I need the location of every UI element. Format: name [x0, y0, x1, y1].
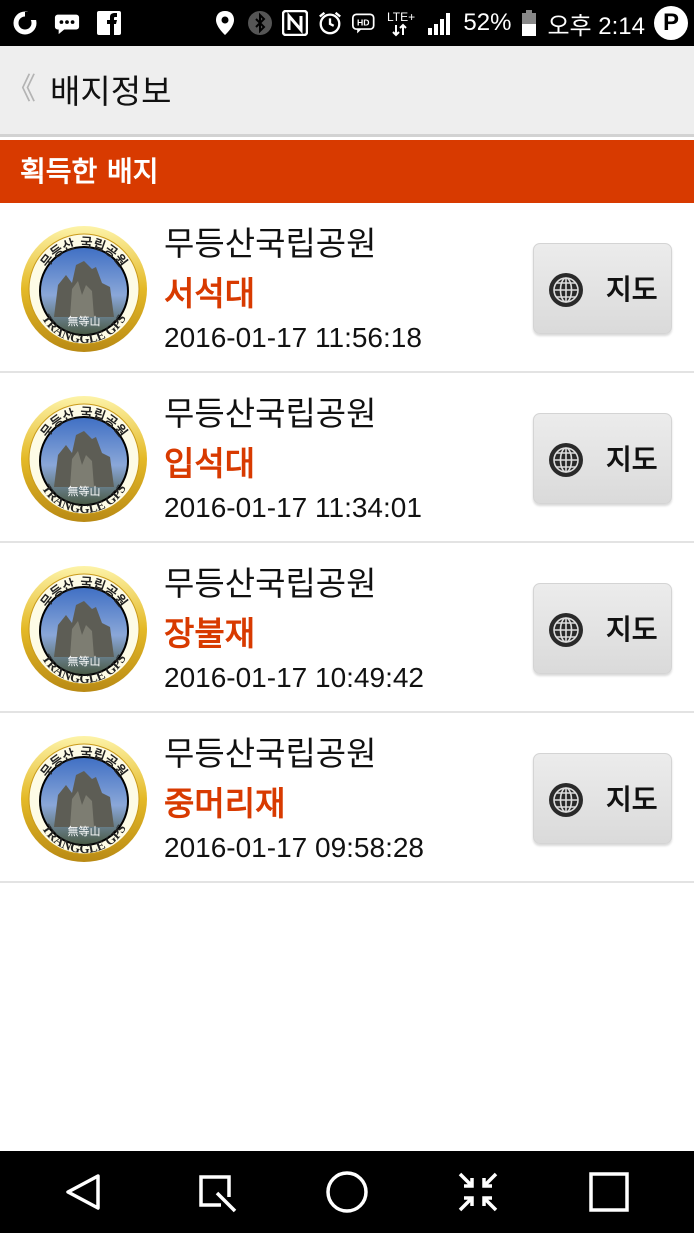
svg-text:無等山: 無等山 [68, 654, 101, 668]
nfc-icon [282, 10, 309, 36]
park-name: 무등산국립공원 [164, 734, 377, 773]
map-button-label: 지도 [606, 783, 658, 816]
status-bar: HD LTE+ 52% 오후 2:14 P [0, 0, 694, 46]
facebook-icon [96, 10, 122, 36]
message-icon [54, 10, 80, 36]
map-button[interactable]: 지도 [533, 243, 672, 334]
park-name: 무등산국립공원 [164, 394, 377, 433]
acquired-date: 2016-01-17 11:34:01 [164, 492, 422, 523]
bluetooth-icon [247, 10, 273, 36]
nav-recents-button[interactable] [569, 1151, 649, 1233]
home-icon [326, 1171, 368, 1213]
o-app-icon [12, 10, 38, 36]
svg-text:HD: HD [357, 18, 370, 28]
globe-icon [549, 783, 583, 817]
map-button-label: 지도 [606, 273, 658, 306]
acquired-date: 2016-01-17 09:58:28 [164, 832, 424, 863]
peak-name: 서석대 [164, 274, 256, 313]
lte-icon: LTE+ [387, 10, 417, 37]
badge-list: 무등산 국립공원 TRANGGLE GPS 無等山 무등산국립공원 서석대 20… [0, 203, 694, 883]
list-item[interactable]: 무등산 국립공원 TRANGGLE GPS 無等山 무등산국립공원 서석대 20… [0, 203, 694, 373]
page-title: 배지정보 [50, 72, 172, 111]
park-name: 무등산국립공원 [164, 564, 377, 603]
nav-dual-window-button[interactable] [438, 1151, 518, 1233]
app-bar: 《 배지정보 [0, 46, 694, 137]
map-button-label: 지도 [606, 443, 658, 476]
svg-text:LTE+: LTE+ [387, 10, 415, 24]
battery-percent: 52% [463, 9, 512, 36]
badge-icon: 무등산 국립공원 TRANGGLE GPS 無等山 [21, 566, 147, 692]
list-item[interactable]: 무등산 국립공원 TRANGGLE GPS 無等山 무등산국립공원 입석대 20… [0, 373, 694, 543]
map-button[interactable]: 지도 [533, 413, 672, 504]
list-item[interactable]: 무등산 국립공원 TRANGGLE GPS 無等山 무등산국립공원 장불재 20… [0, 543, 694, 713]
svg-text:無等山: 無等山 [68, 314, 101, 328]
nav-back-button[interactable] [44, 1151, 124, 1233]
signal-icon [426, 10, 454, 36]
recents-icon [589, 1172, 629, 1212]
nav-capture-button[interactable] [176, 1151, 256, 1233]
badge-icon: 무등산 국립공원 TRANGGLE GPS 無等山 [21, 396, 147, 522]
list-item[interactable]: 무등산 국립공원 TRANGGLE GPS 無等山 무등산국립공원 중머리재 2… [0, 713, 694, 883]
peak-name: 입석대 [164, 444, 256, 483]
park-name: 무등산국립공원 [164, 224, 377, 263]
nav-home-button[interactable] [307, 1151, 387, 1233]
clock: 오후 2:14 [547, 12, 645, 40]
section-header: 획득한 배지 [0, 140, 694, 203]
alarm-icon [317, 10, 343, 36]
dual-window-icon [458, 1172, 498, 1212]
back-icon [66, 1174, 100, 1210]
acquired-date: 2016-01-17 11:56:18 [164, 322, 422, 353]
globe-icon [549, 443, 583, 477]
p-app-icon: P [654, 6, 688, 40]
acquired-date: 2016-01-17 10:49:42 [164, 662, 424, 693]
back-button[interactable]: 《 [6, 70, 36, 110]
peak-name: 장불재 [164, 614, 256, 653]
navigation-bar [0, 1151, 694, 1233]
map-button[interactable]: 지도 [533, 753, 672, 844]
globe-icon [549, 613, 583, 647]
hd-icon: HD [352, 10, 378, 36]
svg-text:無等山: 無等山 [68, 484, 101, 498]
peak-name: 중머리재 [164, 784, 286, 823]
globe-icon [549, 273, 583, 307]
capture-icon [199, 1175, 237, 1213]
badge-icon: 무등산 국립공원 TRANGGLE GPS 無等山 [21, 736, 147, 862]
map-button[interactable]: 지도 [533, 583, 672, 674]
badge-icon: 무등산 국립공원 TRANGGLE GPS 無等山 [21, 226, 147, 352]
location-icon [212, 10, 238, 36]
map-button-label: 지도 [606, 613, 658, 646]
battery-icon [520, 10, 538, 36]
svg-text:無等山: 無等山 [68, 824, 101, 838]
